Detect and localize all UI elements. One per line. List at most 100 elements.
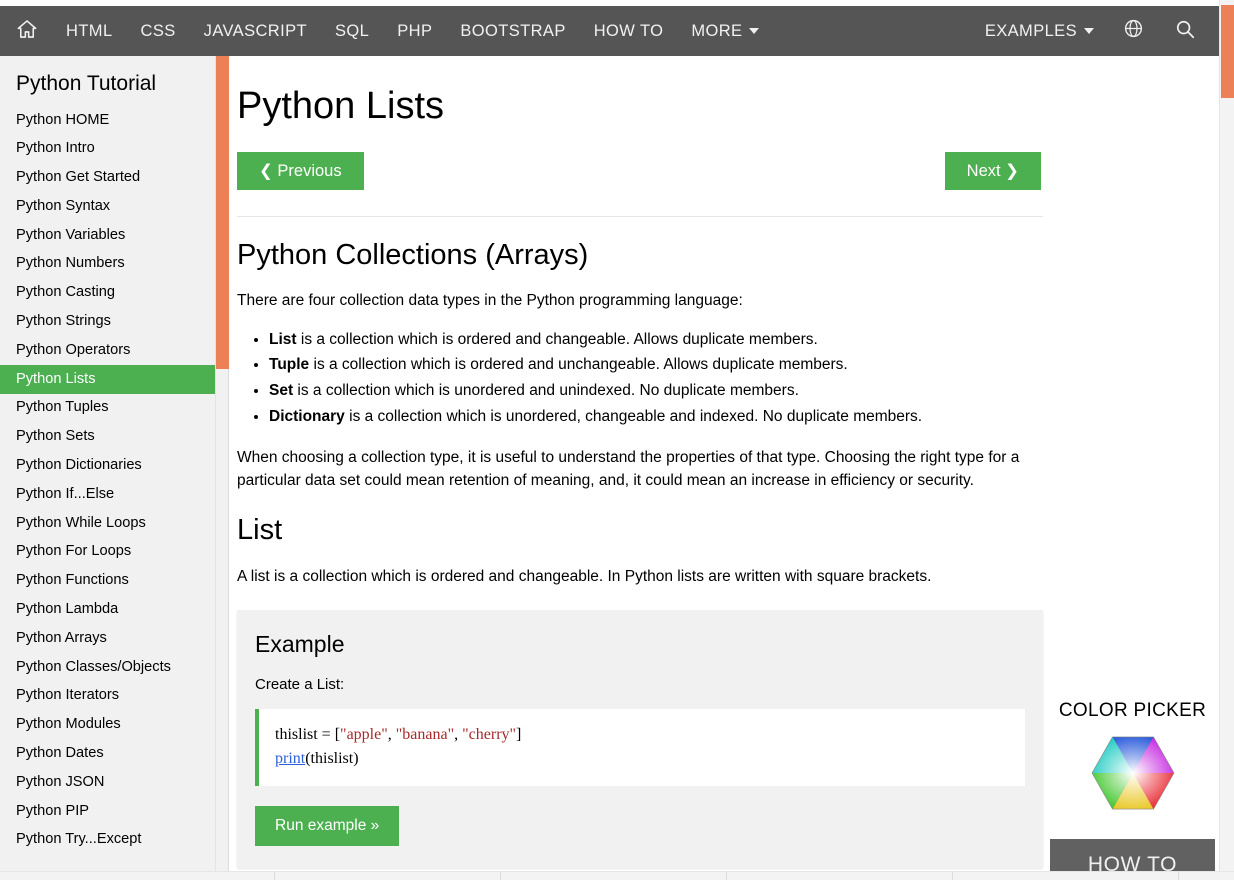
sidebar-item-python-dictionaries[interactable]: Python Dictionaries <box>0 452 215 481</box>
nav-item-label: MORE <box>691 21 743 40</box>
term-description: is a collection which is unordered, chan… <box>344 407 923 425</box>
code-string-apple: "apple" <box>340 725 388 743</box>
sidebar-scrollbar-thumb[interactable] <box>216 56 229 369</box>
example-box: Example Create a List: thislist = ["appl… <box>237 610 1043 869</box>
sidebar-item-python-dates[interactable]: Python Dates <box>0 740 215 769</box>
page-vertical-scrollbar[interactable] <box>1219 0 1234 872</box>
page-title: Python Lists <box>237 85 444 127</box>
section-heading-collections: Python Collections (Arrays) <box>237 238 589 271</box>
nav-item-more[interactable]: MORE <box>677 6 773 56</box>
nav-item-css[interactable]: CSS <box>127 6 190 56</box>
search-button[interactable] <box>1159 6 1211 56</box>
code-function-print[interactable]: print <box>275 750 305 767</box>
nav-item-javascript[interactable]: JAVASCRIPT <box>190 6 321 56</box>
code-arguments: (thislist) <box>305 750 359 768</box>
scrollbar-tick <box>500 872 501 880</box>
sidebar-item-python-numbers[interactable]: Python Numbers <box>0 250 215 279</box>
term-list: List <box>269 330 297 348</box>
term-description: is a collection which is ordered and unc… <box>309 356 848 374</box>
list-item: Tuple is a collection which is ordered a… <box>269 352 1043 378</box>
next-button[interactable]: Next ❯ <box>944 151 1041 190</box>
term-description: is a collection which is ordered and cha… <box>296 330 818 348</box>
previous-button[interactable]: ❮ Previous <box>237 151 364 190</box>
sidebar-item-python-operators[interactable]: Python Operators <box>0 336 215 365</box>
nav-item-php[interactable]: PHP <box>383 6 446 56</box>
page-horizontal-scrollbar[interactable] <box>0 871 1234 880</box>
nav-item-label: PHP <box>397 21 433 40</box>
sidebar-item-python-if-else[interactable]: Python If...Else <box>0 480 215 509</box>
sidebar-item-python-sets[interactable]: Python Sets <box>0 423 215 452</box>
sidebar-item-python-arrays[interactable]: Python Arrays <box>0 624 215 653</box>
sidebar-item-python-strings[interactable]: Python Strings <box>0 308 215 337</box>
sidebar-item-python-pip[interactable]: Python PIP <box>0 797 215 826</box>
sidebar-content: Python Tutorial Python HOME Python Intro… <box>0 56 215 872</box>
nav-item-html[interactable]: HTML <box>52 6 127 56</box>
intro-paragraph: There are four collection data types in … <box>237 292 743 310</box>
sidebar-item-python-syntax[interactable]: Python Syntax <box>0 192 215 221</box>
section-heading-list: List <box>237 514 283 547</box>
sidebar-item-python-modules[interactable]: Python Modules <box>0 711 215 740</box>
sidebar-item-python-classes-objects[interactable]: Python Classes/Objects <box>0 653 215 682</box>
main-content: Python Lists ❮ Previous Next ❯ Python Co… <box>230 56 1050 880</box>
sidebar-item-python-lists[interactable]: Python Lists <box>0 365 215 394</box>
list-paragraph: A list is a collection which is ordered … <box>237 567 932 585</box>
list-item: Dictionary is a collection which is unor… <box>269 404 1043 430</box>
nav-item-how-to[interactable]: HOW TO <box>580 6 678 56</box>
code-separator: , <box>387 725 396 743</box>
sidebar-item-python-home[interactable]: Python HOME <box>0 106 215 135</box>
scrollbar-tick <box>726 872 727 880</box>
top-nav-left-group: HTML CSS JAVASCRIPT SQL PHP BOOTSTRAP HO… <box>0 6 773 56</box>
sidebar-title: Python Tutorial <box>16 72 157 95</box>
sidebar-item-python-variables[interactable]: Python Variables <box>0 221 215 250</box>
language-button[interactable] <box>1108 6 1159 56</box>
nav-item-label: HTML <box>66 21 113 40</box>
globe-icon <box>1123 18 1144 44</box>
nav-item-bootstrap[interactable]: BOOTSTRAP <box>446 6 579 56</box>
nav-item-label: JAVASCRIPT <box>203 21 307 40</box>
run-example-button[interactable]: Run example » <box>255 806 400 847</box>
scrollbar-tick <box>274 872 275 880</box>
right-sidebar: COLOR PICKER HOW TO <box>1050 56 1215 880</box>
code-string-banana: "banana" <box>395 725 455 743</box>
top-navigation-bar: HTML CSS JAVASCRIPT SQL PHP BOOTSTRAP HO… <box>0 6 1219 56</box>
sidebar-scrollbar-track[interactable] <box>216 56 229 872</box>
code-separator: , <box>454 725 463 743</box>
sidebar-item-python-functions[interactable]: Python Functions <box>0 567 215 596</box>
term-tuple: Tuple <box>269 356 310 374</box>
nav-item-label: SQL <box>335 21 370 40</box>
page-vertical-scrollbar-thumb[interactable] <box>1221 5 1234 98</box>
nav-item-label: HOW TO <box>593 21 664 40</box>
choosing-paragraph: When choosing a collection type, it is u… <box>237 449 1020 489</box>
sidebar-item-python-tuples[interactable]: Python Tuples <box>0 394 215 423</box>
code-assignment: thislist = [ <box>275 725 341 743</box>
sidebar-item-python-for-loops[interactable]: Python For Loops <box>0 538 215 567</box>
sidebar-item-python-lambda[interactable]: Python Lambda <box>0 596 215 625</box>
tutorial-pager: ❮ Previous Next ❯ <box>237 151 1043 194</box>
collection-types-list: List is a collection which is ordered an… <box>237 327 1043 430</box>
scrollbar-tick <box>952 872 953 880</box>
search-icon <box>1174 18 1196 45</box>
sidebar-item-python-json[interactable]: Python JSON <box>0 768 215 797</box>
divider <box>237 215 1043 217</box>
color-picker-link[interactable] <box>1050 735 1215 811</box>
list-item: Set is a collection which is unordered a… <box>269 378 1043 404</box>
term-dictionary: Dictionary <box>269 407 345 425</box>
sidebar-item-python-casting[interactable]: Python Casting <box>0 279 215 308</box>
color-picker-title: COLOR PICKER <box>1058 700 1207 721</box>
list-item: List is a collection which is ordered an… <box>269 327 1043 353</box>
nav-item-sql[interactable]: SQL <box>321 6 383 56</box>
sidebar-item-python-try-except[interactable]: Python Try...Except <box>0 826 215 855</box>
sidebar-item-python-while-loops[interactable]: Python While Loops <box>0 509 215 538</box>
code-block[interactable]: thislist = ["apple", "banana", "cherry"]… <box>255 708 1025 787</box>
top-nav-right-group: EXAMPLES <box>971 6 1219 56</box>
chevron-down-icon <box>1084 28 1094 34</box>
sidebar-item-python-get-started[interactable]: Python Get Started <box>0 164 215 193</box>
left-sidebar[interactable]: Python Tutorial Python HOME Python Intro… <box>0 56 216 872</box>
home-button[interactable] <box>0 6 52 56</box>
nav-item-label: EXAMPLES <box>984 21 1077 40</box>
code-string-cherry: "cherry" <box>462 725 517 743</box>
nav-item-examples[interactable]: EXAMPLES <box>971 6 1108 56</box>
sidebar-item-python-intro[interactable]: Python Intro <box>0 135 215 164</box>
sidebar-item-python-iterators[interactable]: Python Iterators <box>0 682 215 711</box>
example-heading: Example <box>255 631 345 658</box>
